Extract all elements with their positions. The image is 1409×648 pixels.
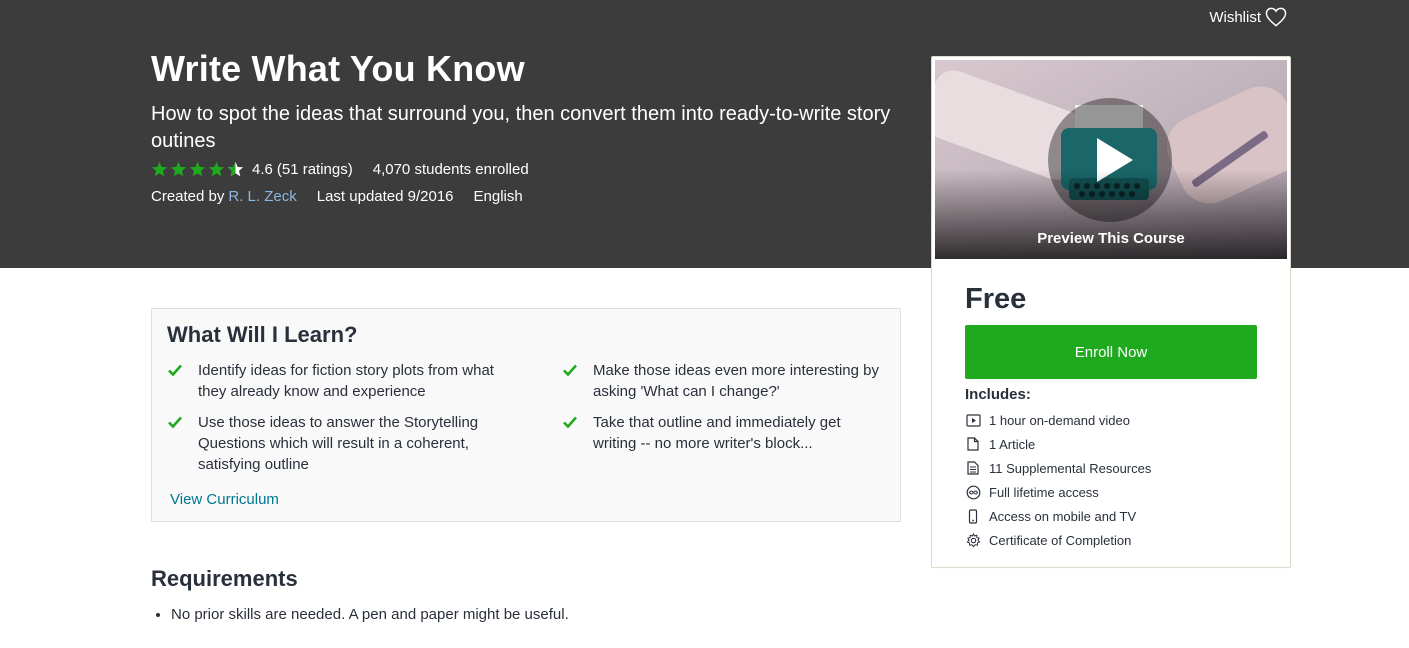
includes-title: Includes: xyxy=(965,386,1031,403)
video-icon xyxy=(965,412,981,428)
include-label: 11 Supplemental Resources xyxy=(989,460,1152,476)
requirements-list: No prior skills are needed. A pen and pa… xyxy=(171,606,569,623)
list-item: Access on mobile and TV xyxy=(965,504,1151,528)
certificate-icon xyxy=(965,532,981,548)
rating-value: 4.6 xyxy=(252,161,273,178)
star-icon xyxy=(151,161,168,177)
course-language: English xyxy=(473,188,523,205)
checkmark-icon xyxy=(168,364,182,377)
section-title: What Will I Learn? xyxy=(167,322,358,347)
learn-item-text: Take that outline and immediately get wr… xyxy=(593,414,841,452)
heart-icon xyxy=(1265,7,1287,27)
star-icon xyxy=(189,161,206,177)
list-item: 1 hour on-demand video xyxy=(965,408,1151,432)
learn-item-text: Identify ideas for fiction story plots f… xyxy=(198,362,494,400)
preview-video[interactable]: Preview This Course xyxy=(935,60,1287,259)
article-icon xyxy=(965,436,981,452)
mobile-icon xyxy=(965,508,981,524)
list-item: Take that outline and immediately get wr… xyxy=(562,412,887,454)
course-title: Write What You Know xyxy=(151,48,525,89)
course-meta: Created by R. L. Zeck Last updated 9/201… xyxy=(151,188,523,205)
enroll-now-button[interactable]: Enroll Now xyxy=(965,325,1257,379)
learn-item-text: Make those ideas even more interesting b… xyxy=(593,362,879,400)
include-label: 1 hour on-demand video xyxy=(989,412,1130,428)
wishlist-label: Wishlist xyxy=(1209,8,1261,26)
last-updated: Last updated 9/2016 xyxy=(316,188,454,205)
half-star-icon xyxy=(227,161,244,177)
include-label: Full lifetime access xyxy=(989,484,1099,500)
include-label: 1 Article xyxy=(989,436,1036,452)
author-link[interactable]: R. L. Zeck xyxy=(228,188,296,205)
view-curriculum-link[interactable]: View Curriculum xyxy=(170,491,279,508)
enrolled-count: 4,070 students enrolled xyxy=(372,161,529,178)
list-item: 1 Article xyxy=(965,432,1151,456)
include-label: Certificate of Completion xyxy=(989,532,1132,548)
created-by-label: Created by xyxy=(151,188,225,205)
requirements-title: Requirements xyxy=(151,566,298,591)
list-item: Full lifetime access xyxy=(965,480,1151,504)
includes-list: 1 hour on-demand video 1 Article 11 Supp… xyxy=(965,408,1151,552)
rating-row: 4.6 (51 ratings) 4,070 students enrolled xyxy=(151,161,529,178)
list-item: Identify ideas for fiction story plots f… xyxy=(167,360,502,402)
list-item: Certificate of Completion xyxy=(965,528,1151,552)
course-subtitle: How to spot the ideas that surround you,… xyxy=(151,103,891,152)
what-will-i-learn: What Will I Learn? Identify ideas for fi… xyxy=(151,308,901,522)
list-item: 11 Supplemental Resources xyxy=(965,456,1151,480)
checkmark-icon xyxy=(168,416,182,429)
rating-count: (51 ratings) xyxy=(276,161,353,178)
checkmark-icon xyxy=(563,364,577,377)
star-icon xyxy=(170,161,187,177)
star-rating xyxy=(151,161,244,178)
wishlist-button[interactable]: Wishlist xyxy=(1209,7,1287,27)
learn-item-text: Use those ideas to answer the Storytelli… xyxy=(198,414,479,473)
list-item: Make those ideas even more interesting b… xyxy=(562,360,887,402)
list-item: Use those ideas to answer the Storytelli… xyxy=(167,412,502,475)
checkmark-icon xyxy=(563,416,577,429)
star-icon xyxy=(208,161,225,177)
include-label: Access on mobile and TV xyxy=(989,508,1137,524)
infinity-icon xyxy=(965,484,981,500)
resources-icon xyxy=(965,460,981,476)
list-item: No prior skills are needed. A pen and pa… xyxy=(171,606,569,623)
preview-label: Preview This Course xyxy=(1037,230,1185,247)
purchase-card: Preview This Course Free Enroll Now Incl… xyxy=(931,56,1291,568)
course-price: Free xyxy=(965,283,1027,315)
